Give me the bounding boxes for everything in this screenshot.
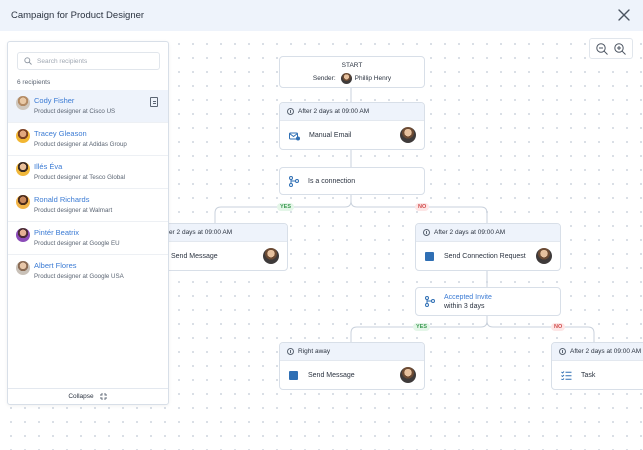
task-node[interactable]: After 2 days at 09:00 AM Task (551, 342, 643, 390)
delay-header: Right away (280, 343, 424, 361)
search-icon (24, 57, 32, 65)
collapse-button[interactable]: Collapse (8, 388, 168, 404)
clock-icon (423, 229, 430, 236)
send-connection-node[interactable]: After 2 days at 09:00 AM Send Connection… (415, 223, 561, 271)
recipient-name: Tracey Gleason (34, 129, 87, 138)
condition-sublabel: within 3 days (444, 302, 485, 310)
delay-text: After 2 days at 09:00 AM (570, 348, 642, 355)
action-row: Send Connection Request (416, 242, 560, 270)
zoom-in-icon[interactable] (613, 42, 627, 56)
condition-label: Is a connection (308, 177, 356, 185)
branch-no-badge-2: NO (551, 323, 566, 331)
sender-label: Sender: (312, 75, 336, 82)
condition-text: Accepted Invite within 3 days (444, 293, 492, 311)
start-label: START (341, 62, 363, 69)
close-icon[interactable] (617, 8, 631, 22)
delay-text: After 2 days at 09:00 AM (161, 229, 233, 236)
task-list-icon (561, 371, 572, 380)
recipient-title: Product designer at Tesco Global (34, 174, 126, 181)
recipient-avatar (16, 96, 30, 110)
send-message-node[interactable]: Right away Send Message (279, 342, 425, 390)
action-label: Send Connection Request (444, 253, 526, 260)
clock-icon (287, 108, 294, 115)
recipient-name: Albert Flores (34, 261, 77, 270)
condition-row: Accepted Invite within 3 days (416, 288, 560, 315)
condition-row: Is a connection (280, 168, 424, 194)
recipient-title: Product designer at Cisco US (34, 108, 116, 115)
collapse-arrows-icon (99, 393, 107, 400)
delay-header: After 2 days at 09:00 AM (552, 343, 643, 361)
action-row: Manual Email (280, 121, 424, 149)
delay-header: After 2 days at 09:00 AM (280, 103, 424, 121)
recipient-item[interactable]: Ronald Richards Product designer at Walm… (8, 189, 168, 222)
clock-icon (559, 348, 566, 355)
branch-icon (425, 296, 435, 307)
page-title: Campaign for Product Designer (11, 10, 145, 21)
recipient-item[interactable]: Pintér Beatrix Product designer at Googl… (8, 222, 168, 255)
recipient-avatar (16, 228, 30, 242)
zoom-controls (589, 38, 633, 59)
delay-text: After 2 days at 09:00 AM (434, 229, 506, 236)
edge-accepted-no (486, 316, 595, 342)
recipient-avatar (16, 261, 30, 275)
condition-accepted-node[interactable]: Accepted Invite within 3 days (415, 287, 561, 316)
recipient-list: Cody Fisher Product designer at Cisco US… (8, 90, 168, 288)
document-icon[interactable] (150, 97, 158, 107)
recipient-name: Illés Éva (34, 162, 63, 171)
delay-text: Right away (298, 348, 331, 355)
assignee-avatar (263, 248, 279, 264)
recipient-title: Product designer at Adidas Group (34, 141, 127, 148)
recipient-count: 6 recipients (17, 79, 51, 86)
action-row: Send Message (280, 361, 424, 389)
sender-row: Sender: Phillip Henry (280, 73, 424, 84)
manual-email-icon (289, 132, 300, 140)
branch-no-badge: NO (415, 203, 430, 211)
action-row: Task (552, 361, 643, 389)
recipient-name: Cody Fisher (34, 96, 75, 105)
zoom-out-icon[interactable] (595, 42, 609, 56)
manual-email-node[interactable]: After 2 days at 09:00 AM Manual Email (279, 102, 425, 150)
recipient-item[interactable]: Cody Fisher Product designer at Cisco US (8, 90, 168, 123)
recipient-avatar (16, 195, 30, 209)
recipient-title: Product designer at Walmart (34, 207, 113, 214)
assignee-avatar (400, 367, 416, 383)
action-label: Manual Email (309, 132, 352, 139)
branch-icon (289, 175, 299, 187)
message-icon (289, 371, 298, 380)
assignee-avatar (400, 127, 416, 143)
sender-avatar (340, 73, 352, 84)
recipients-panel: 6 recipients Cody Fisher Product designe… (7, 41, 169, 405)
recipient-item[interactable]: Illés Éva Product designer at Tesco Glob… (8, 156, 168, 189)
clock-icon (287, 348, 294, 355)
delay-header: After 2 days at 09:00 AM (416, 224, 560, 242)
action-label: Send Message (308, 372, 355, 379)
start-node[interactable]: START Sender: Phillip Henry (279, 56, 425, 88)
action-label: Send Message (171, 253, 218, 260)
branch-yes-badge-2: YES (413, 323, 431, 331)
recipient-title: Product designer at Google USA (34, 273, 124, 280)
recipient-item[interactable]: Tracey Gleason Product designer at Adida… (8, 123, 168, 156)
assignee-avatar (536, 248, 552, 264)
condition-label: Accepted Invite (444, 293, 492, 301)
search-input[interactable] (37, 57, 147, 65)
sender-name: Phillip Henry (354, 75, 392, 82)
collapse-label: Collapse (68, 393, 94, 400)
action-label: Task (581, 372, 596, 379)
delay-text: After 2 days at 09:00 AM (298, 108, 370, 115)
recipient-name: Ronald Richards (34, 195, 90, 204)
recipient-avatar (16, 129, 30, 143)
branch-yes-badge: YES (277, 203, 295, 211)
condition-connection-node[interactable]: Is a connection (279, 167, 425, 195)
header-bar: Campaign for Product Designer (0, 0, 643, 31)
recipient-avatar (16, 162, 30, 176)
search-box[interactable] (17, 52, 160, 70)
recipient-name: Pintér Beatrix (34, 228, 80, 237)
recipient-item[interactable]: Albert Flores Product designer at Google… (8, 255, 168, 288)
connection-icon (425, 252, 434, 261)
recipient-title: Product designer at Google EU (34, 240, 120, 247)
